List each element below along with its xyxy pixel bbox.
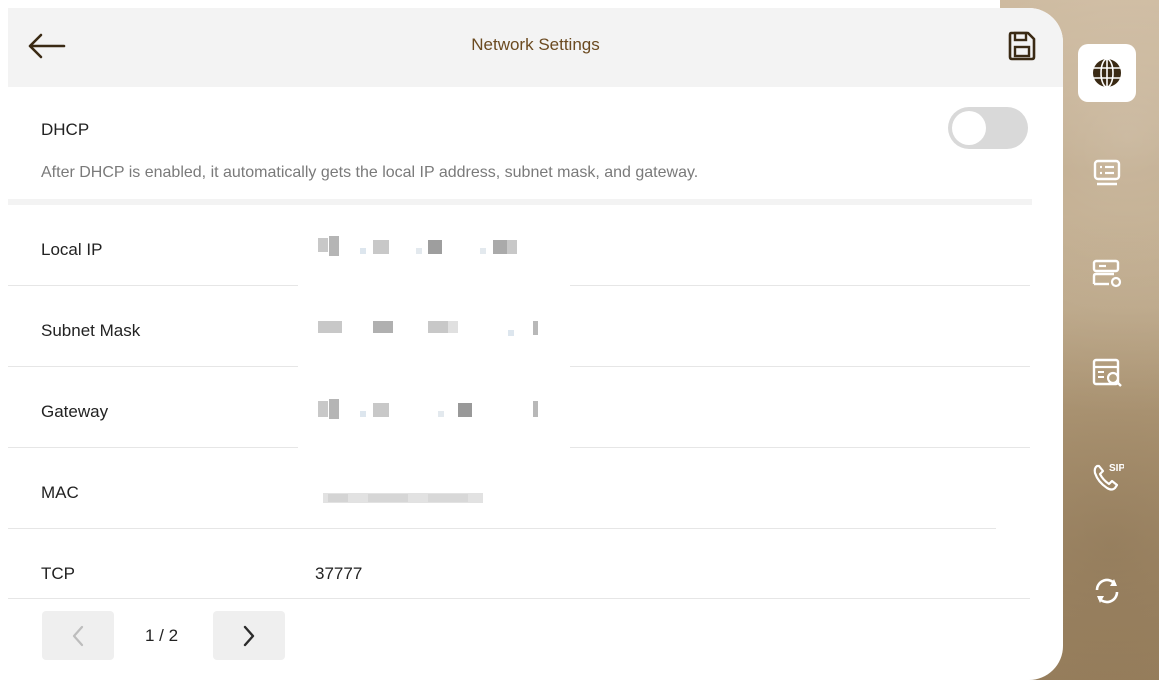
server-search-icon [1092,358,1122,387]
page-indicator: 1 / 2 [145,626,179,645]
next-page-button[interactable] [213,611,285,660]
section-divider [8,199,1032,205]
tcp-port-input[interactable]: 37777 [315,564,362,584]
sidebar-item-server-settings[interactable] [1078,244,1136,302]
redacted-values-area [298,218,570,518]
subnet-mask-label: Subnet Mask [41,321,141,340]
sync-icon [1095,578,1119,604]
sidebar-item-sip[interactable]: SIP [1078,448,1136,506]
header-bar: Network Settings [8,8,1063,87]
previous-page-button[interactable] [42,611,114,660]
dhcp-toggle[interactable] [948,107,1028,149]
gateway-label: Gateway [41,402,109,421]
tcp-label: TCP [41,564,75,583]
sidebar-item-server-search[interactable] [1078,344,1136,402]
sidebar-item-list[interactable] [1078,144,1136,202]
sidebar-item-network[interactable] [1078,44,1136,102]
row-divider [8,528,996,529]
list-icon [1093,159,1121,186]
globe-icon [1093,58,1121,88]
chevron-left-icon [72,625,84,646]
redacted-mosaic [318,236,538,503]
server-settings-icon [1092,259,1122,288]
row-divider [8,598,1030,599]
sip-phone-icon: SIP [1093,463,1124,491]
chevron-right-icon [243,625,255,646]
sip-label: SIP [1109,463,1124,474]
mac-label: MAC [41,483,79,502]
dhcp-description: After DHCP is enabled, it automatically … [41,164,699,181]
network-settings-panel: Network Settings DHCP After DHCP is enab… [8,8,1063,680]
sidebar-item-sync[interactable] [1078,562,1136,620]
dhcp-label: DHCP [41,120,90,139]
page-title: Network Settings [471,35,600,54]
local-ip-label: Local IP [41,240,103,259]
toggle-knob [952,111,986,145]
save-button[interactable] [1004,28,1040,64]
save-icon [1008,31,1036,61]
